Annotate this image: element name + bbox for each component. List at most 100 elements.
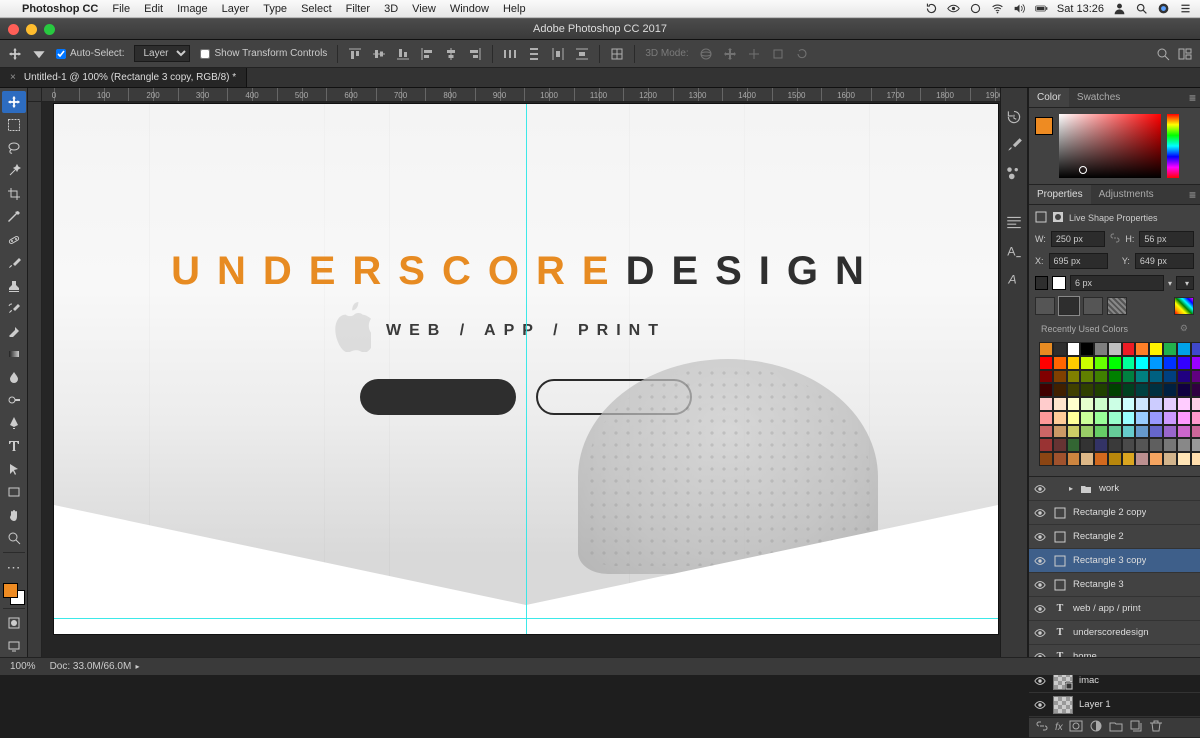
distribute-h-icon[interactable] bbox=[503, 47, 517, 61]
fill-swatch[interactable] bbox=[1035, 276, 1048, 290]
swatch-cell[interactable] bbox=[1039, 425, 1053, 439]
swatches-tab[interactable]: Swatches bbox=[1069, 88, 1128, 107]
heal-tool[interactable] bbox=[2, 229, 26, 251]
align-vcenter-icon[interactable] bbox=[372, 47, 386, 61]
swatch-cell[interactable] bbox=[1135, 452, 1149, 466]
canvas-stage[interactable]: UNDERSCOREDESIGN WEB / APP / PRINT bbox=[42, 102, 1000, 657]
menu-help[interactable]: Help bbox=[503, 3, 526, 15]
swatch-cell[interactable] bbox=[1094, 342, 1108, 356]
screen-mode-button[interactable] bbox=[2, 635, 26, 657]
refresh-icon[interactable] bbox=[925, 2, 938, 15]
swatch-cell[interactable] bbox=[1108, 370, 1122, 384]
swatch-cell[interactable] bbox=[1135, 397, 1149, 411]
swatch-cell[interactable] bbox=[1108, 342, 1122, 356]
color-tab[interactable]: Color bbox=[1029, 88, 1069, 107]
path-select-tool[interactable] bbox=[2, 458, 26, 480]
swatch-cell[interactable] bbox=[1177, 342, 1191, 356]
history-brush-tool[interactable] bbox=[2, 298, 26, 320]
swatch-cell[interactable] bbox=[1080, 383, 1094, 397]
y-field[interactable] bbox=[1135, 253, 1194, 269]
swatch-cell[interactable] bbox=[1135, 411, 1149, 425]
swatch-cell[interactable] bbox=[1039, 383, 1053, 397]
app-name[interactable]: Photoshop CC bbox=[22, 3, 98, 15]
swatch-cell[interactable] bbox=[1177, 383, 1191, 397]
gradient-tool[interactable] bbox=[2, 343, 26, 365]
swatch-cell[interactable] bbox=[1122, 383, 1136, 397]
swatch-cell[interactable] bbox=[1191, 383, 1200, 397]
swatch-cell[interactable] bbox=[1039, 370, 1053, 384]
swatch-cell[interactable] bbox=[1080, 356, 1094, 370]
shape-fill-type-icon[interactable] bbox=[1174, 297, 1194, 315]
circle-status-icon[interactable] bbox=[969, 2, 982, 15]
swatch-cell[interactable] bbox=[1122, 452, 1136, 466]
swatch-cell[interactable] bbox=[1191, 452, 1200, 466]
auto-align-icon[interactable] bbox=[610, 47, 624, 61]
show-transform-checkbox[interactable]: Show Transform Controls bbox=[200, 48, 327, 59]
document-tab[interactable]: × Untitled-1 @ 100% (Rectangle 3 copy, R… bbox=[0, 68, 247, 87]
swatch-cell[interactable] bbox=[1122, 356, 1136, 370]
swatch-cell[interactable] bbox=[1094, 383, 1108, 397]
layer-name[interactable]: Layer 1 bbox=[1079, 699, 1111, 710]
distribute-v2-icon[interactable] bbox=[575, 47, 589, 61]
align-left-icon[interactable] bbox=[420, 47, 434, 61]
layer-row[interactable]: Rectangle 3 copy bbox=[1029, 549, 1200, 573]
menu-edit[interactable]: Edit bbox=[144, 3, 163, 15]
swatch-cell[interactable] bbox=[1053, 438, 1067, 452]
swatch-cell[interactable] bbox=[1163, 397, 1177, 411]
new-layer-icon[interactable] bbox=[1129, 719, 1143, 736]
swatch-cell[interactable] bbox=[1122, 397, 1136, 411]
swatch-cell[interactable] bbox=[1135, 425, 1149, 439]
layer-row[interactable]: Rectangle 2 bbox=[1029, 525, 1200, 549]
swatch-cell[interactable] bbox=[1122, 342, 1136, 356]
link-layers-icon[interactable] bbox=[1035, 719, 1049, 736]
swatch-cell[interactable] bbox=[1094, 425, 1108, 439]
swatch-cell[interactable] bbox=[1122, 411, 1136, 425]
swatch-cell[interactable] bbox=[1177, 356, 1191, 370]
visibility-toggle[interactable] bbox=[1033, 554, 1047, 568]
move-tool[interactable] bbox=[2, 91, 26, 113]
align-top-icon[interactable] bbox=[348, 47, 362, 61]
swatch-cell[interactable] bbox=[1149, 411, 1163, 425]
ruler-origin[interactable] bbox=[28, 88, 42, 102]
canvas-area[interactable]: 0100200300400500600700800900100011001200… bbox=[28, 88, 1000, 657]
swatch-cell[interactable] bbox=[1067, 370, 1081, 384]
swatch-cell[interactable] bbox=[1163, 411, 1177, 425]
swatch-cell[interactable] bbox=[1080, 370, 1094, 384]
layer-row[interactable]: Rectangle 3 bbox=[1029, 573, 1200, 597]
notifications-icon[interactable] bbox=[1179, 2, 1192, 15]
swatch-cell[interactable] bbox=[1149, 370, 1163, 384]
align-right-icon[interactable] bbox=[468, 47, 482, 61]
artboard[interactable]: UNDERSCOREDESIGN WEB / APP / PRINT bbox=[54, 104, 998, 634]
layer-name[interactable]: Rectangle 3 bbox=[1073, 579, 1124, 590]
swatch-cell[interactable] bbox=[1080, 411, 1094, 425]
layer-fx-button[interactable]: fx bbox=[1055, 722, 1063, 733]
battery-icon[interactable] bbox=[1035, 2, 1048, 15]
swatch-cell[interactable] bbox=[1094, 452, 1108, 466]
swatch-cell[interactable] bbox=[1039, 356, 1053, 370]
auto-select-checkbox[interactable]: Auto-Select: bbox=[56, 48, 124, 59]
swatch-cell[interactable] bbox=[1067, 411, 1081, 425]
swatch-cell[interactable] bbox=[1080, 425, 1094, 439]
swatch-cell[interactable] bbox=[1122, 438, 1136, 452]
swatch-cell[interactable] bbox=[1191, 356, 1200, 370]
swatch-cell[interactable] bbox=[1067, 452, 1081, 466]
swatch-cell[interactable] bbox=[1149, 342, 1163, 356]
distribute-v-icon[interactable] bbox=[527, 47, 541, 61]
disclosure-icon[interactable]: ▸ bbox=[1069, 484, 1073, 493]
swatch-cell[interactable] bbox=[1163, 342, 1177, 356]
dropdown-icon[interactable] bbox=[32, 47, 46, 61]
swatch-cell[interactable] bbox=[1177, 452, 1191, 466]
swatch-cell[interactable] bbox=[1122, 425, 1136, 439]
menu-view[interactable]: View bbox=[412, 3, 436, 15]
color-picker[interactable] bbox=[1059, 114, 1161, 178]
type-tool[interactable] bbox=[2, 435, 26, 457]
swatch-cell[interactable] bbox=[1094, 370, 1108, 384]
history-panel-icon[interactable] bbox=[1005, 108, 1023, 126]
auto-select-dropdown[interactable]: Layer bbox=[134, 45, 190, 62]
distribute-h2-icon[interactable] bbox=[551, 47, 565, 61]
swatch-cell[interactable] bbox=[1135, 342, 1149, 356]
swatch-cell[interactable] bbox=[1163, 452, 1177, 466]
stroke-caps-icon[interactable] bbox=[1107, 297, 1127, 315]
swatch-cell[interactable] bbox=[1094, 356, 1108, 370]
siri-icon[interactable] bbox=[1157, 2, 1170, 15]
